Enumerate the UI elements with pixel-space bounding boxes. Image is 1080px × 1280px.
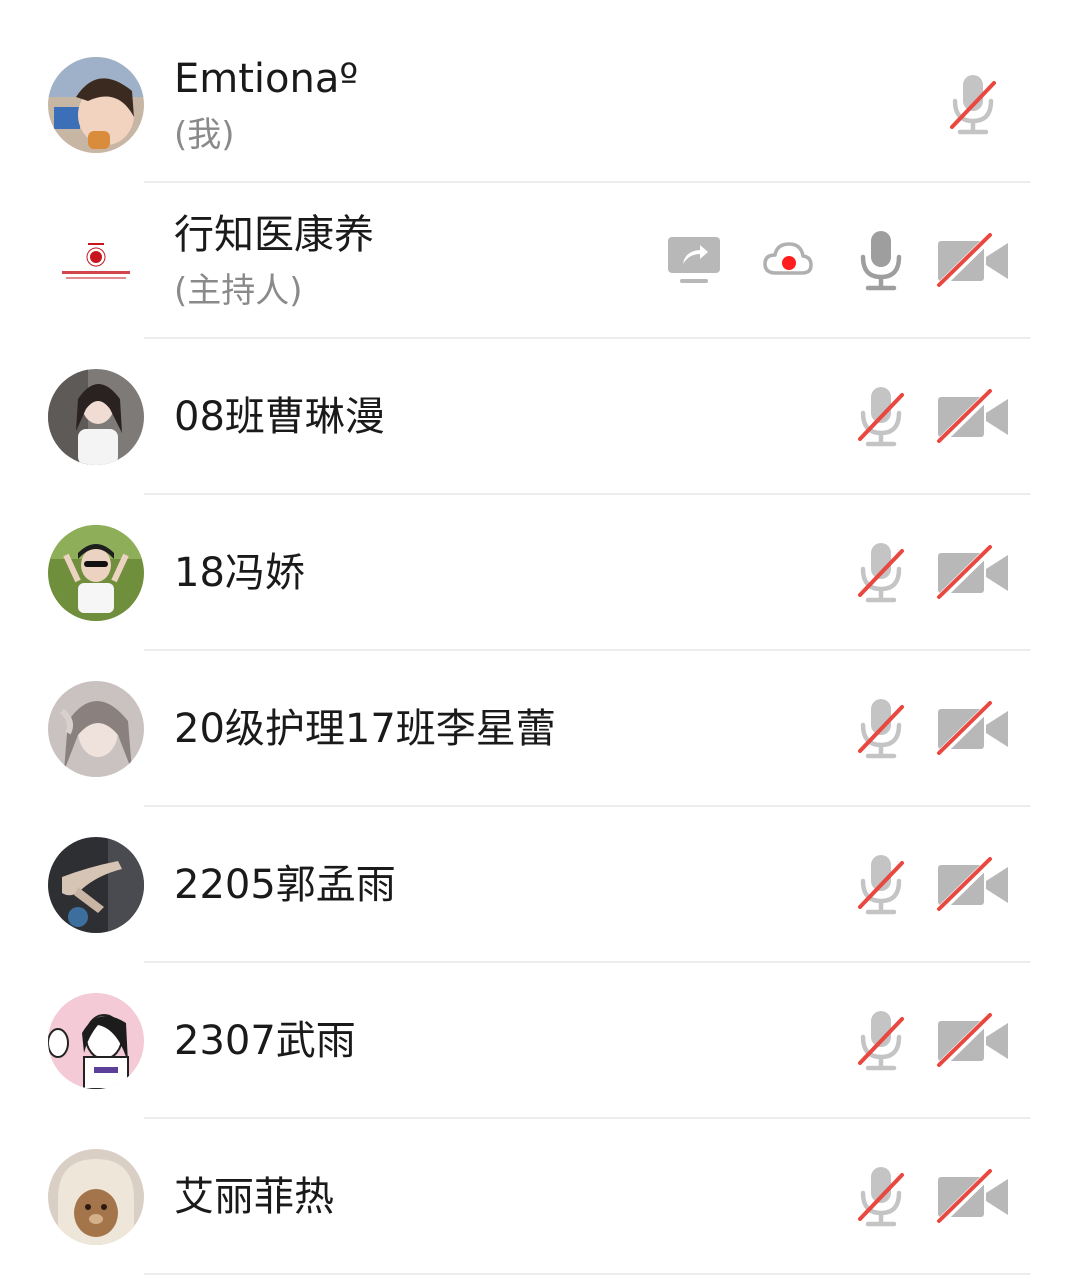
participant-row[interactable]: Emtionaº (我) <box>0 27 1080 183</box>
avatar <box>48 837 144 933</box>
microphone-muted-icon[interactable] <box>856 541 906 605</box>
participant-row[interactable]: 2307武雨 <box>0 963 1080 1119</box>
microphone-muted-icon[interactable] <box>856 1009 906 1073</box>
participant-row[interactable]: 20级护理17班李星蕾 <box>0 651 1080 807</box>
participant-name: 18冯娇 <box>174 550 305 596</box>
participant-name: 2205郭孟雨 <box>174 862 396 908</box>
participant-names: 2307武雨 <box>174 963 356 1119</box>
participant-names: Emtionaº (我) <box>174 27 358 183</box>
camera-off-icon[interactable] <box>936 1165 1010 1229</box>
participant-role: (我) <box>174 115 235 155</box>
participant-name: 行知医康养 <box>174 212 374 258</box>
microphone-icon[interactable] <box>856 229 906 293</box>
participant-names: 2205郭孟雨 <box>174 807 396 963</box>
microphone-muted-icon[interactable] <box>856 853 906 917</box>
row-divider <box>144 1273 1030 1275</box>
participant-row[interactable]: 18冯娇 <box>0 495 1080 651</box>
avatar <box>48 57 144 153</box>
participant-row[interactable]: 行知医康养 (主持人) <box>0 183 1080 339</box>
participant-names: 18冯娇 <box>174 495 305 651</box>
participant-name: 08班曹琳漫 <box>174 394 385 440</box>
avatar <box>48 369 144 465</box>
participant-name: 2307武雨 <box>174 1018 356 1064</box>
participant-role: (主持人) <box>174 271 303 311</box>
microphone-muted-icon[interactable] <box>856 1165 906 1229</box>
participant-name: 艾丽菲热 <box>174 1174 334 1220</box>
participant-name: 20级护理17班李星蕾 <box>174 706 556 752</box>
avatar <box>48 213 144 309</box>
cloud-record-icon[interactable] <box>762 229 814 293</box>
participant-row[interactable]: 艾丽菲热 <box>0 1119 1080 1275</box>
avatar <box>48 993 144 1089</box>
participant-name: Emtionaº <box>174 56 359 102</box>
microphone-muted-icon[interactable] <box>856 697 906 761</box>
camera-off-icon[interactable] <box>936 697 1010 761</box>
participant-names: 行知医康养 (主持人) <box>174 183 374 339</box>
participant-row[interactable]: 08班曹琳漫 <box>0 339 1080 495</box>
camera-off-icon[interactable] <box>936 541 1010 605</box>
avatar <box>48 525 144 621</box>
screen-share-icon[interactable] <box>666 229 722 293</box>
participant-row[interactable]: 2205郭孟雨 <box>0 807 1080 963</box>
participant-names: 艾丽菲热 <box>174 1119 334 1275</box>
camera-off-icon[interactable] <box>936 1009 1010 1073</box>
camera-off-icon[interactable] <box>936 229 1010 293</box>
participant-list: Emtionaº (我) 行知医康养 (主持人) 08班曹琳漫 18冯娇 20级… <box>0 27 1080 1275</box>
microphone-muted-icon[interactable] <box>948 73 998 137</box>
microphone-muted-icon[interactable] <box>856 385 906 449</box>
avatar <box>48 681 144 777</box>
participant-names: 08班曹琳漫 <box>174 339 385 495</box>
participant-names: 20级护理17班李星蕾 <box>174 651 556 807</box>
camera-off-icon[interactable] <box>936 385 1010 449</box>
avatar <box>48 1149 144 1245</box>
camera-off-icon[interactable] <box>936 853 1010 917</box>
